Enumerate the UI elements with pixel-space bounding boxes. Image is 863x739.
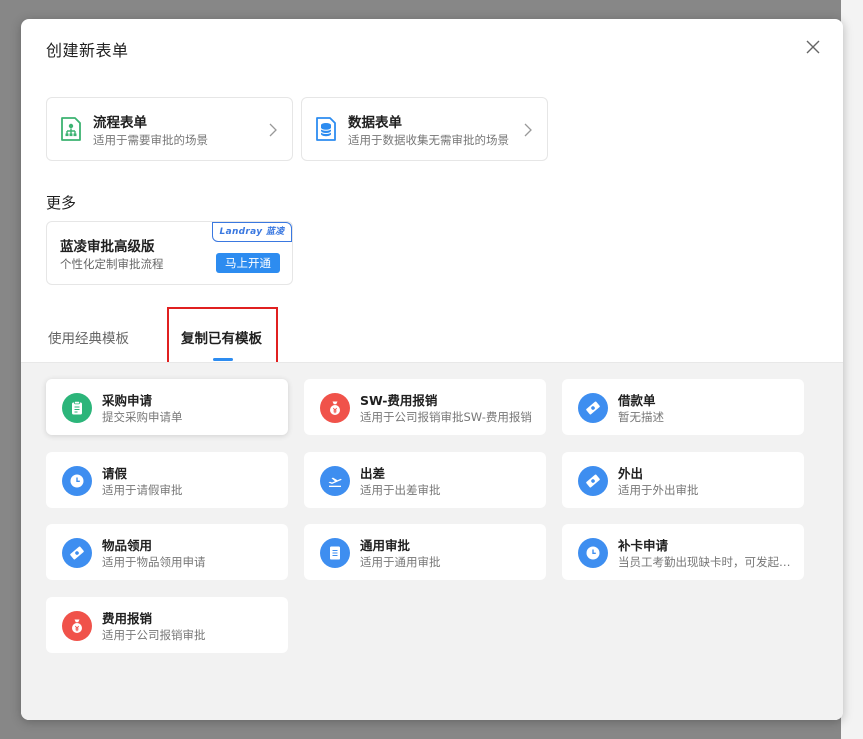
template-desc: 适用于通用审批 <box>360 555 441 569</box>
template-list: 采购申请 提交采购申请单 SW-费用报销 适用于公司报销审批SW-费用报销 借款… <box>21 362 843 720</box>
template-name: 请假 <box>102 466 128 481</box>
template-desc: 适用于公司报销审批 <box>102 628 206 642</box>
banknote-icon <box>578 393 608 423</box>
template-card[interactable]: 外出 适用于外出审批 <box>562 452 804 508</box>
process-form-icon <box>59 116 83 142</box>
highlight-annotation <box>167 307 278 366</box>
landray-logo: Landray 蓝凌 <box>212 222 292 242</box>
pro-desc: 个性化定制审批流程 <box>60 257 164 271</box>
clock-icon <box>62 466 92 496</box>
template-name: 外出 <box>618 466 644 481</box>
template-name: 通用审批 <box>360 538 411 553</box>
process-form-card[interactable]: 流程表单 适用于需要审批的场景 <box>46 97 293 161</box>
banknote-icon <box>578 466 608 496</box>
close-icon[interactable] <box>803 37 823 57</box>
banknote-icon <box>62 538 92 568</box>
template-name: 出差 <box>360 466 386 481</box>
create-form-dialog: 创建新表单 流程表单 适用于需要审批的场景 数据表单 适用于数据收集无需审批的场… <box>21 19 843 720</box>
background-page-strip <box>841 0 863 739</box>
template-desc: 暂无描述 <box>618 410 664 424</box>
tab-classic-templates[interactable]: 使用经典模板 <box>48 327 129 347</box>
template-desc: 提交采购申请单 <box>102 410 183 424</box>
process-form-desc: 适用于需要审批的场景 <box>93 133 208 147</box>
template-name: 费用报销 <box>102 611 153 626</box>
process-form-title: 流程表单 <box>93 115 147 131</box>
data-form-desc: 适用于数据收集无需审批的场景 <box>348 133 509 147</box>
template-name: SW-费用报销 <box>360 393 438 408</box>
open-now-button[interactable]: 马上开通 <box>216 253 280 273</box>
template-desc: 适用于外出审批 <box>618 483 699 497</box>
money-bag-icon <box>320 393 350 423</box>
clipboard-icon <box>62 393 92 423</box>
data-form-title: 数据表单 <box>348 115 402 131</box>
template-card[interactable]: 借款单 暂无描述 <box>562 379 804 435</box>
template-tabs: 使用经典模板 复制已有模板 <box>21 307 843 362</box>
more-heading: 更多 <box>46 194 77 212</box>
template-card[interactable]: 出差 适用于出差审批 <box>304 452 546 508</box>
dialog-title: 创建新表单 <box>46 41 129 60</box>
template-desc: 适用于物品领用申请 <box>102 555 206 569</box>
clock-icon <box>578 538 608 568</box>
database-icon <box>314 116 338 142</box>
template-name: 物品领用 <box>102 538 153 553</box>
template-name: 借款单 <box>618 393 656 408</box>
pro-title: 蓝凌审批高级版 <box>60 239 155 255</box>
template-card[interactable]: 通用审批 适用于通用审批 <box>304 524 546 580</box>
template-desc: 适用于出差审批 <box>360 483 441 497</box>
template-card[interactable]: 采购申请 提交采购申请单 <box>46 379 288 435</box>
template-card[interactable]: 物品领用 适用于物品领用申请 <box>46 524 288 580</box>
template-card[interactable]: 请假 适用于请假审批 <box>46 452 288 508</box>
airplane-icon <box>320 466 350 496</box>
template-desc: 当员工考勤出现缺卡时，可发起补卡申请 <box>618 555 794 569</box>
template-card[interactable]: 补卡申请 当员工考勤出现缺卡时，可发起补卡申请 <box>562 524 804 580</box>
template-card[interactable]: 费用报销 适用于公司报销审批 <box>46 597 288 653</box>
money-bag-icon <box>62 611 92 641</box>
landray-pro-card[interactable]: 蓝凌审批高级版 个性化定制审批流程 Landray 蓝凌 马上开通 <box>46 221 293 285</box>
template-desc: 适用于公司报销审批SW-费用报销 <box>360 410 532 424</box>
template-name: 采购申请 <box>102 393 153 408</box>
template-desc: 适用于请假审批 <box>102 483 183 497</box>
chevron-right-icon <box>523 122 533 137</box>
template-name: 补卡申请 <box>618 538 669 553</box>
data-form-card[interactable]: 数据表单 适用于数据收集无需审批的场景 <box>301 97 548 161</box>
chevron-right-icon <box>268 122 278 137</box>
document-icon <box>320 538 350 568</box>
template-card[interactable]: SW-费用报销 适用于公司报销审批SW-费用报销 <box>304 379 546 435</box>
